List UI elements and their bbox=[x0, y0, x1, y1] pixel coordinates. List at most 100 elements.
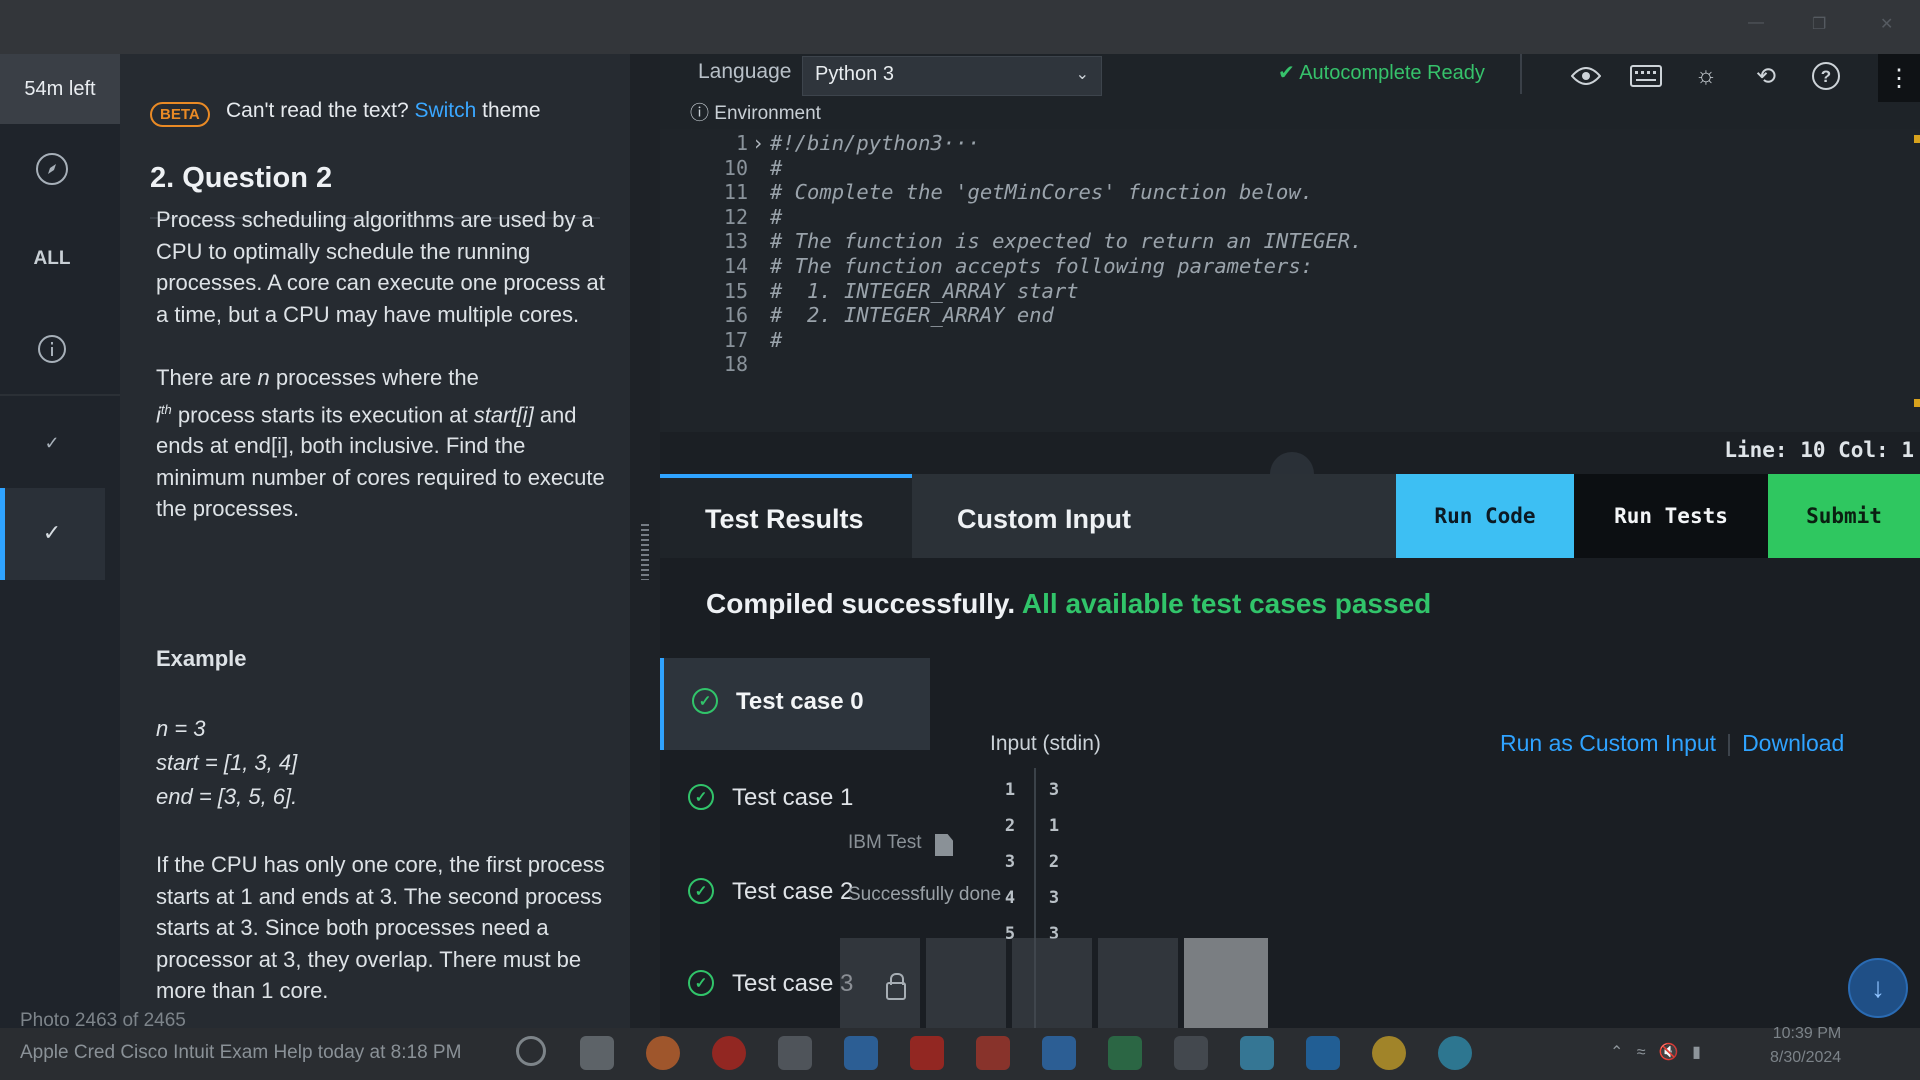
more-vertical-icon[interactable]: ⋮ bbox=[1878, 54, 1920, 102]
thumbnail[interactable] bbox=[1098, 938, 1178, 1028]
tab-custom-input[interactable]: Custom Input bbox=[912, 474, 1204, 558]
check-circle-icon: ✓ bbox=[688, 784, 714, 810]
panel-resize-handle[interactable] bbox=[630, 54, 660, 1028]
app-icon[interactable] bbox=[1174, 1036, 1208, 1070]
stdin-line-number: 2 bbox=[1004, 816, 1016, 836]
thumbnail[interactable] bbox=[926, 938, 1006, 1028]
code-line: # The function is expected to return an … bbox=[770, 229, 1363, 254]
camera-icon[interactable] bbox=[778, 1036, 812, 1070]
opera-icon[interactable] bbox=[712, 1036, 746, 1070]
p2-start: start[i] bbox=[473, 401, 534, 427]
chevron-down-icon: ⌄ bbox=[1075, 66, 1089, 83]
arrow-down-icon[interactable]: ↓ bbox=[1848, 958, 1908, 1018]
telegram-icon[interactable] bbox=[1438, 1036, 1472, 1070]
p2-th: th bbox=[160, 401, 172, 417]
help-icon[interactable]: ? bbox=[1808, 58, 1844, 94]
toolbar-divider bbox=[1520, 54, 1522, 94]
fold-chevron-icon[interactable]: › bbox=[752, 131, 764, 155]
run-code-button[interactable]: Run Code bbox=[1396, 474, 1574, 558]
task-view-icon[interactable] bbox=[580, 1036, 614, 1070]
language-value: Python 3 bbox=[815, 63, 894, 85]
outlook-icon[interactable] bbox=[1042, 1036, 1076, 1070]
question-title: 2. Question 2 bbox=[150, 162, 333, 194]
p2-a: There are bbox=[156, 365, 252, 390]
stdin-line-number: 3 bbox=[1004, 852, 1016, 872]
app-icon[interactable] bbox=[1240, 1036, 1274, 1070]
code-line: # bbox=[770, 204, 783, 229]
beta-badge: BETA bbox=[150, 102, 210, 127]
minimize-icon[interactable]: — bbox=[1748, 14, 1764, 32]
p2-b: processes where the bbox=[275, 365, 479, 390]
edge-icon[interactable] bbox=[844, 1036, 878, 1070]
run-as-custom-input-link[interactable]: Run as Custom Input bbox=[1500, 730, 1716, 756]
line-number: 13 bbox=[723, 229, 748, 254]
environment-link[interactable]: ⓘ Environment bbox=[690, 98, 821, 125]
excel-icon[interactable] bbox=[1108, 1036, 1142, 1070]
thumbnail[interactable] bbox=[1184, 938, 1268, 1028]
switch-theme-link[interactable]: Switch bbox=[414, 99, 476, 122]
photo-subcaption: Apple Cred Cisco Intuit Exam Help today … bbox=[20, 1042, 462, 1063]
run-tests-button[interactable]: Run Tests bbox=[1574, 474, 1768, 558]
tab-test-results[interactable]: Test Results bbox=[660, 474, 912, 558]
example-block: n = 3 start = [1, 3, 4] end = [3, 5, 6]. bbox=[156, 712, 606, 814]
lock-icon bbox=[886, 973, 906, 1000]
line-number: 17 bbox=[723, 327, 748, 352]
test-case-item[interactable]: ✓ Test case 0 bbox=[660, 658, 930, 750]
all-questions-button[interactable]: ALL bbox=[0, 214, 104, 304]
autocomplete-status: ✔ Autocomplete Ready bbox=[1278, 60, 1485, 85]
check-circle-icon: ✓ bbox=[688, 970, 714, 996]
eye-icon[interactable] bbox=[1568, 58, 1604, 94]
ibm-test-label: IBM Test bbox=[848, 832, 922, 853]
link-separator bbox=[1728, 733, 1731, 756]
thumbnail[interactable] bbox=[1012, 938, 1092, 1028]
chrome-icon[interactable] bbox=[1372, 1036, 1406, 1070]
check-circle-icon: ✓ bbox=[688, 878, 714, 904]
editor-toolbar: Language Python 3 ⌄ ⓘ Environment ✔ Auto… bbox=[660, 54, 1920, 129]
line-number: 15 bbox=[723, 278, 748, 303]
example-start: start = [1, 3, 4] bbox=[156, 750, 298, 775]
question-panel: BETA Can't read the text? Switch theme 2… bbox=[120, 54, 630, 1028]
window-top-bar: — ❐ ✕ bbox=[0, 0, 1920, 54]
question-2-check-icon[interactable]: ✓ bbox=[0, 488, 104, 578]
resize-grip-icon[interactable] bbox=[641, 524, 649, 580]
history-icon[interactable]: ⟲ bbox=[1748, 58, 1784, 94]
question-1-check-icon[interactable]: ✓ bbox=[0, 398, 104, 488]
keyboard-icon[interactable] bbox=[1628, 58, 1664, 94]
office-icon[interactable] bbox=[910, 1036, 944, 1070]
line-number: 14 bbox=[723, 254, 748, 278]
stdin-line-number: 4 bbox=[1004, 888, 1016, 908]
download-link[interactable]: Download bbox=[1742, 730, 1844, 756]
test-case-label: Test case 1 bbox=[732, 784, 854, 811]
vscode-icon[interactable] bbox=[1306, 1036, 1340, 1070]
language-label: Language bbox=[698, 60, 792, 83]
check-circle-icon: ✔ bbox=[1278, 62, 1295, 84]
info-icon[interactable] bbox=[0, 304, 104, 394]
browser-icon[interactable] bbox=[646, 1036, 680, 1070]
code-line: # bbox=[770, 155, 783, 180]
theme-hint-text: Can't read the text? bbox=[226, 99, 409, 122]
close-icon[interactable]: ✕ bbox=[1880, 14, 1893, 34]
rail-divider bbox=[0, 394, 120, 396]
code-editor[interactable]: › 1 #!/bin/python3··· 10 #11 # Complete the … bbox=[660, 129, 1920, 432]
example-end: end = [3, 5, 6]. bbox=[156, 784, 298, 809]
tray-clock[interactable]: 10:39 PM 8/30/2024 bbox=[1770, 1022, 1841, 1070]
search-icon[interactable] bbox=[516, 1036, 546, 1066]
environment-label: Environment bbox=[714, 103, 821, 124]
tray-date: 8/30/2024 bbox=[1770, 1049, 1842, 1066]
stdin-actions: Run as Custom Input Download bbox=[1500, 730, 1844, 757]
language-select[interactable]: Python 3 ⌄ bbox=[802, 56, 1102, 96]
system-tray[interactable]: ⌃ ≈ 🔇 ▮ bbox=[1610, 1042, 1701, 1062]
theme-word: theme bbox=[482, 99, 541, 122]
test-case-label: Test case 0 bbox=[736, 688, 864, 715]
cursor-position: Line: 10 Col: 1 bbox=[1724, 438, 1914, 462]
sun-icon[interactable]: ☼ bbox=[1688, 58, 1724, 94]
compass-icon[interactable] bbox=[0, 124, 104, 214]
stdin-label: Input (stdin) bbox=[990, 732, 1101, 755]
restore-icon[interactable]: ❐ bbox=[1812, 14, 1826, 34]
p2-c: process starts its execution at bbox=[177, 401, 468, 427]
photo-caption: Photo 2463 of 2465 bbox=[20, 1010, 186, 1031]
thumbnail[interactable] bbox=[840, 938, 920, 1028]
line-number: 16 bbox=[723, 303, 748, 328]
brave-icon[interactable] bbox=[976, 1036, 1010, 1070]
submit-button[interactable]: Submit bbox=[1768, 474, 1920, 558]
